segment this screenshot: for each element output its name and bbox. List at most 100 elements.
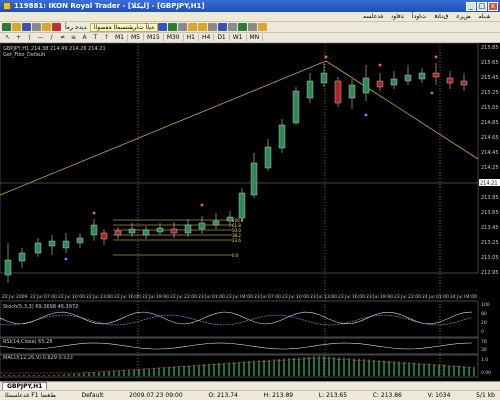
market-watch-icon[interactable] — [22, 23, 31, 31]
equidistant-channel-icon[interactable]: ≠ — [57, 34, 68, 41]
price-tick-label: 213.65 — [481, 210, 499, 216]
menu-item-windows[interactable]: ﺬﻓﺍﻮﻧ — [387, 13, 407, 20]
stochastic-level-label: 0 — [481, 329, 484, 335]
timeframe-m1[interactable]: M1 — [112, 34, 128, 41]
macd-level-label: 1.0 — [481, 357, 488, 363]
arrow-icon[interactable]: ↑ — [101, 34, 112, 41]
price-tick-label: 213.45 — [481, 225, 499, 231]
price-tick-label: 213.05 — [481, 255, 499, 261]
crosshair-icon[interactable]: + — [13, 34, 24, 41]
trendline-icon[interactable]: / — [46, 34, 57, 41]
close-button[interactable]: x — [488, 1, 498, 11]
terminal-icon[interactable] — [42, 23, 51, 31]
menu-item-charts[interactable]: ﻕﺩﺎﻨﻓ — [430, 13, 452, 20]
menu-item-tools[interactable]: ﺕﺍﻭﺩﺃ — [408, 13, 431, 20]
fractal-marker — [92, 211, 96, 215]
status-traffic: 5/1 kb — [476, 392, 495, 399]
timeframe-d1[interactable]: D1 — [214, 34, 230, 41]
price-tick-label: 215.85 — [481, 45, 499, 51]
stochastic-signal-line — [0, 314, 473, 326]
window-controls: _ □ x — [466, 1, 498, 11]
timeframe-mn[interactable]: MN — [247, 34, 264, 41]
time-tick-label: 22 Jul 10:00 — [58, 294, 85, 300]
cursor-icon[interactable]: ↖ — [2, 34, 13, 41]
candle-body — [250, 162, 258, 196]
bar-chart-icon[interactable] — [158, 23, 168, 31]
candle-body — [90, 224, 98, 236]
fibonacci-icon[interactable]: ≡ — [68, 34, 79, 41]
indicators-icon[interactable] — [238, 23, 248, 31]
candle-body — [348, 84, 356, 99]
stochastic-level-label: 20 — [481, 320, 487, 326]
stochastic-level-label: 80 — [481, 311, 487, 317]
price-tick-label: 214.45 — [481, 150, 499, 156]
candle-body — [184, 224, 192, 234]
tab-gbpjpy-h1[interactable]: GBPJPY,H1 — [2, 382, 48, 390]
new-chart-icon[interactable] — [2, 23, 11, 31]
time-tick-label: 24 Jul 04:00 — [450, 294, 477, 300]
expert-advisors-button[interactable]: ﺔﻴﻟﺁ ﺕﺍﺮﺸﺘﺴﻤﻟﺍ ﺔﻔﺻﻮﻟﺍ — [89, 22, 159, 32]
rsi-pane-frame — [0, 337, 479, 355]
time-tick-label: 22 Jul 16:00 — [114, 294, 141, 300]
candle-body — [198, 222, 206, 230]
tester-icon[interactable] — [52, 23, 61, 31]
zoom-out-icon[interactable] — [198, 23, 208, 31]
time-tick-label: 22 Jul 2009 — [2, 294, 28, 300]
candle-body — [292, 90, 300, 124]
candle-body — [48, 240, 56, 247]
restore-button[interactable]: □ — [477, 1, 487, 11]
stochastic-level-label: 100 — [481, 302, 490, 308]
price-tick-label: 215.25 — [481, 90, 499, 96]
time-tick-label: 23 Jul 01:00 — [198, 294, 225, 300]
time-tick-label: 23 Jul 13:00 — [310, 294, 337, 300]
price-chart[interactable]: GBPJPY,H1 214.38 214.49 214.26 214.21 Ge… — [0, 43, 500, 390]
menu-item-file[interactable]: ﻒﻠﻣ — [475, 13, 494, 20]
autoscroll-icon[interactable] — [218, 23, 228, 31]
price-tick-label: 215.05 — [481, 105, 499, 111]
timeframe-h1[interactable]: H1 — [184, 34, 199, 41]
chart-subtitle-label: Get_Fibo_Default — [3, 52, 45, 58]
macd-label: MACD(12,26,9) 0.829 0.533 — [3, 355, 73, 361]
timeframe-m15[interactable]: M15 — [144, 34, 164, 41]
menu-item-help[interactable]: ﺓﺪﻋﺎﺴﻣ — [359, 13, 387, 20]
price-tick-label: 215.65 — [481, 60, 499, 66]
navigator-icon[interactable] — [32, 23, 41, 31]
candle-body — [4, 259, 12, 276]
chart-shift-icon[interactable] — [228, 23, 238, 31]
text-icon[interactable]: A — [79, 34, 90, 41]
text-label-icon[interactable]: T — [90, 34, 101, 41]
line-chart-icon[interactable] — [178, 23, 188, 31]
tile-windows-icon[interactable] — [208, 23, 218, 31]
time-tick-label: 22 Jul 07:00 — [30, 294, 57, 300]
candle-body — [76, 237, 84, 244]
candle-body — [114, 230, 122, 236]
timeframe-w1[interactable]: W1 — [230, 34, 247, 41]
candle-body — [446, 77, 454, 84]
candle-body — [334, 80, 342, 104]
profiles-icon[interactable] — [12, 23, 21, 31]
templates-icon[interactable] — [258, 23, 268, 31]
chart-window[interactable]: GBPJPY,H1 214.38 214.49 214.26 214.21 Ge… — [0, 43, 500, 390]
time-tick-label: 24 Jul 01:00 — [422, 294, 449, 300]
candle-body — [432, 72, 440, 78]
candle-body — [226, 216, 234, 222]
periods-icon[interactable] — [248, 23, 258, 31]
fractal-marker — [64, 257, 68, 261]
time-tick-label: 23 Jul 19:00 — [366, 294, 393, 300]
candlestick-icon[interactable] — [168, 23, 178, 31]
vertical-line-icon[interactable]: | — [24, 34, 35, 41]
candle-body — [238, 192, 246, 219]
status-volume: V: 1034 — [427, 392, 451, 399]
status-help: ﺓﺪﻋﺎﺴﻤﻠﻟ F1 ﻂﻐﺿﺍ — [5, 392, 56, 399]
timeframe-m5[interactable]: M5 — [128, 34, 144, 41]
menu-item-view[interactable]: ﺾﺮﻋ — [452, 13, 474, 20]
zoom-in-icon[interactable] — [188, 23, 198, 31]
timeframe-h4[interactable]: H4 — [199, 34, 215, 41]
horizontal-line-icon[interactable]: — — [35, 34, 46, 41]
new-order-button[interactable]: ﺪﻳﺪﺟ ﺮﻣﺃ — [62, 24, 90, 31]
price-tick-label: 214.85 — [481, 120, 499, 126]
timeframe-m30[interactable]: M30 — [164, 34, 184, 41]
minimize-button[interactable]: _ — [466, 1, 476, 11]
status-low: L: 213.65 — [318, 392, 348, 399]
time-tick-label: 23 Jul 07:00 — [254, 294, 281, 300]
